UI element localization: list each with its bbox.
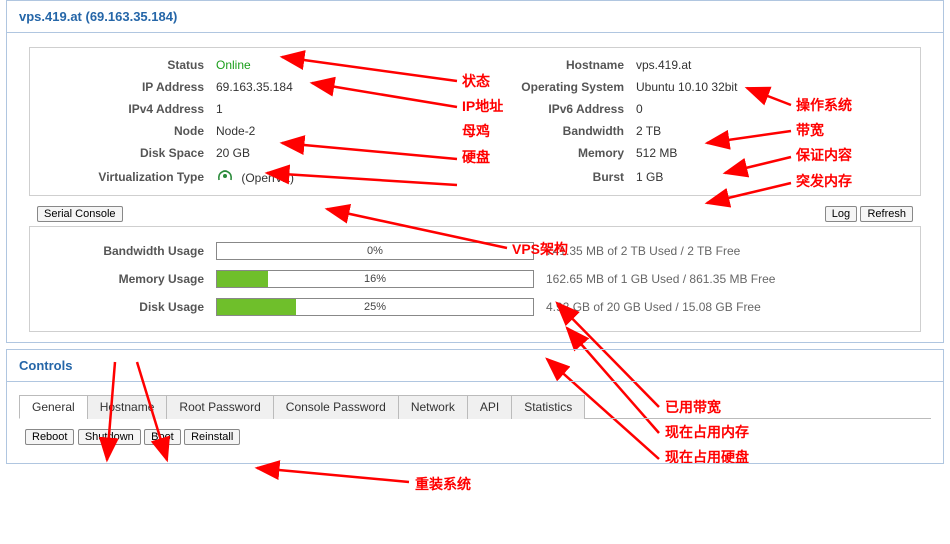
hostname-label: Hostname	[470, 54, 630, 76]
status-value: Online	[216, 58, 251, 72]
vps-panel-title: vps.419.at (69.163.35.184)	[7, 1, 943, 33]
disk-usage-text: 4.92 GB of 20 GB Used / 15.08 GB Free	[540, 293, 920, 321]
mem-usage-text: 162.65 MB of 1 GB Used / 861.35 MB Free	[540, 265, 920, 293]
node-label: Node	[30, 120, 210, 142]
status-label: Status	[30, 54, 210, 76]
vps-info-box: Status Online Hostname vps.419.at IP Add…	[29, 47, 921, 196]
ip-label: IP Address	[30, 76, 210, 98]
usage-box: Bandwidth Usage 0% 741.35 MB of 2 TB Use…	[29, 226, 921, 332]
control-buttons-row: Reboot Shutdown Boot Reinstall	[11, 429, 939, 459]
bw-usage-pct: 0%	[217, 243, 533, 259]
ipv6-label: IPv6 Address	[470, 98, 630, 120]
ip-value: 69.163.35.184	[210, 76, 470, 98]
controls-panel: Controls General Hostname Root Password …	[6, 349, 944, 464]
memory-value: 512 MB	[630, 142, 920, 164]
controls-panel-title: Controls	[7, 350, 943, 382]
tab-console-password[interactable]: Console Password	[273, 395, 399, 419]
tab-general[interactable]: General	[19, 395, 88, 419]
disk-usage-pct: 25%	[217, 299, 533, 315]
serial-console-button[interactable]: Serial Console	[37, 206, 123, 222]
ipv4-label: IPv4 Address	[30, 98, 210, 120]
disk-usage-bar: 25%	[216, 298, 534, 316]
os-value: Ubuntu 10.10 32bit	[630, 76, 920, 98]
controls-tabs: General Hostname Root Password Console P…	[19, 394, 931, 419]
memory-label: Memory	[470, 142, 630, 164]
tab-network[interactable]: Network	[398, 395, 468, 419]
diskspace-label: Disk Space	[30, 142, 210, 164]
bandwidth-label: Bandwidth	[470, 120, 630, 142]
tab-statistics[interactable]: Statistics	[511, 395, 585, 419]
tab-hostname[interactable]: Hostname	[87, 395, 168, 419]
refresh-button[interactable]: Refresh	[860, 206, 913, 222]
hostname-value: vps.419.at	[630, 54, 920, 76]
boot-button[interactable]: Boot	[144, 429, 181, 445]
bandwidth-value: 2 TB	[630, 120, 920, 142]
openvz-icon	[216, 168, 234, 182]
ipv4-value: 1	[210, 98, 470, 120]
virt-value: (OpenVZ)	[241, 171, 294, 185]
reboot-button[interactable]: Reboot	[25, 429, 74, 445]
bw-usage-bar: 0%	[216, 242, 534, 260]
node-value: Node-2	[210, 120, 470, 142]
disk-usage-label: Disk Usage	[30, 293, 210, 321]
bw-usage-text: 741.35 MB of 2 TB Used / 2 TB Free	[540, 237, 920, 265]
os-label: Operating System	[470, 76, 630, 98]
burst-label: Burst	[470, 164, 630, 189]
virt-label: Virtualization Type	[30, 164, 210, 189]
mem-usage-pct: 16%	[217, 271, 533, 287]
tab-root-password[interactable]: Root Password	[166, 395, 273, 419]
tab-api[interactable]: API	[467, 395, 512, 419]
mem-usage-bar: 16%	[216, 270, 534, 288]
vps-panel: vps.419.at (69.163.35.184) Status Online…	[6, 0, 944, 343]
ipv6-value: 0	[630, 98, 920, 120]
anno-reinstall: 重装系统	[415, 472, 471, 497]
mem-usage-label: Memory Usage	[30, 265, 210, 293]
reinstall-button[interactable]: Reinstall	[184, 429, 240, 445]
shutdown-button[interactable]: Shutdown	[78, 429, 141, 445]
diskspace-value: 20 GB	[210, 142, 470, 164]
log-button[interactable]: Log	[825, 206, 857, 222]
info-button-row: Serial Console Log Refresh	[29, 202, 921, 222]
burst-value: 1 GB	[630, 164, 920, 189]
bw-usage-label: Bandwidth Usage	[30, 237, 210, 265]
